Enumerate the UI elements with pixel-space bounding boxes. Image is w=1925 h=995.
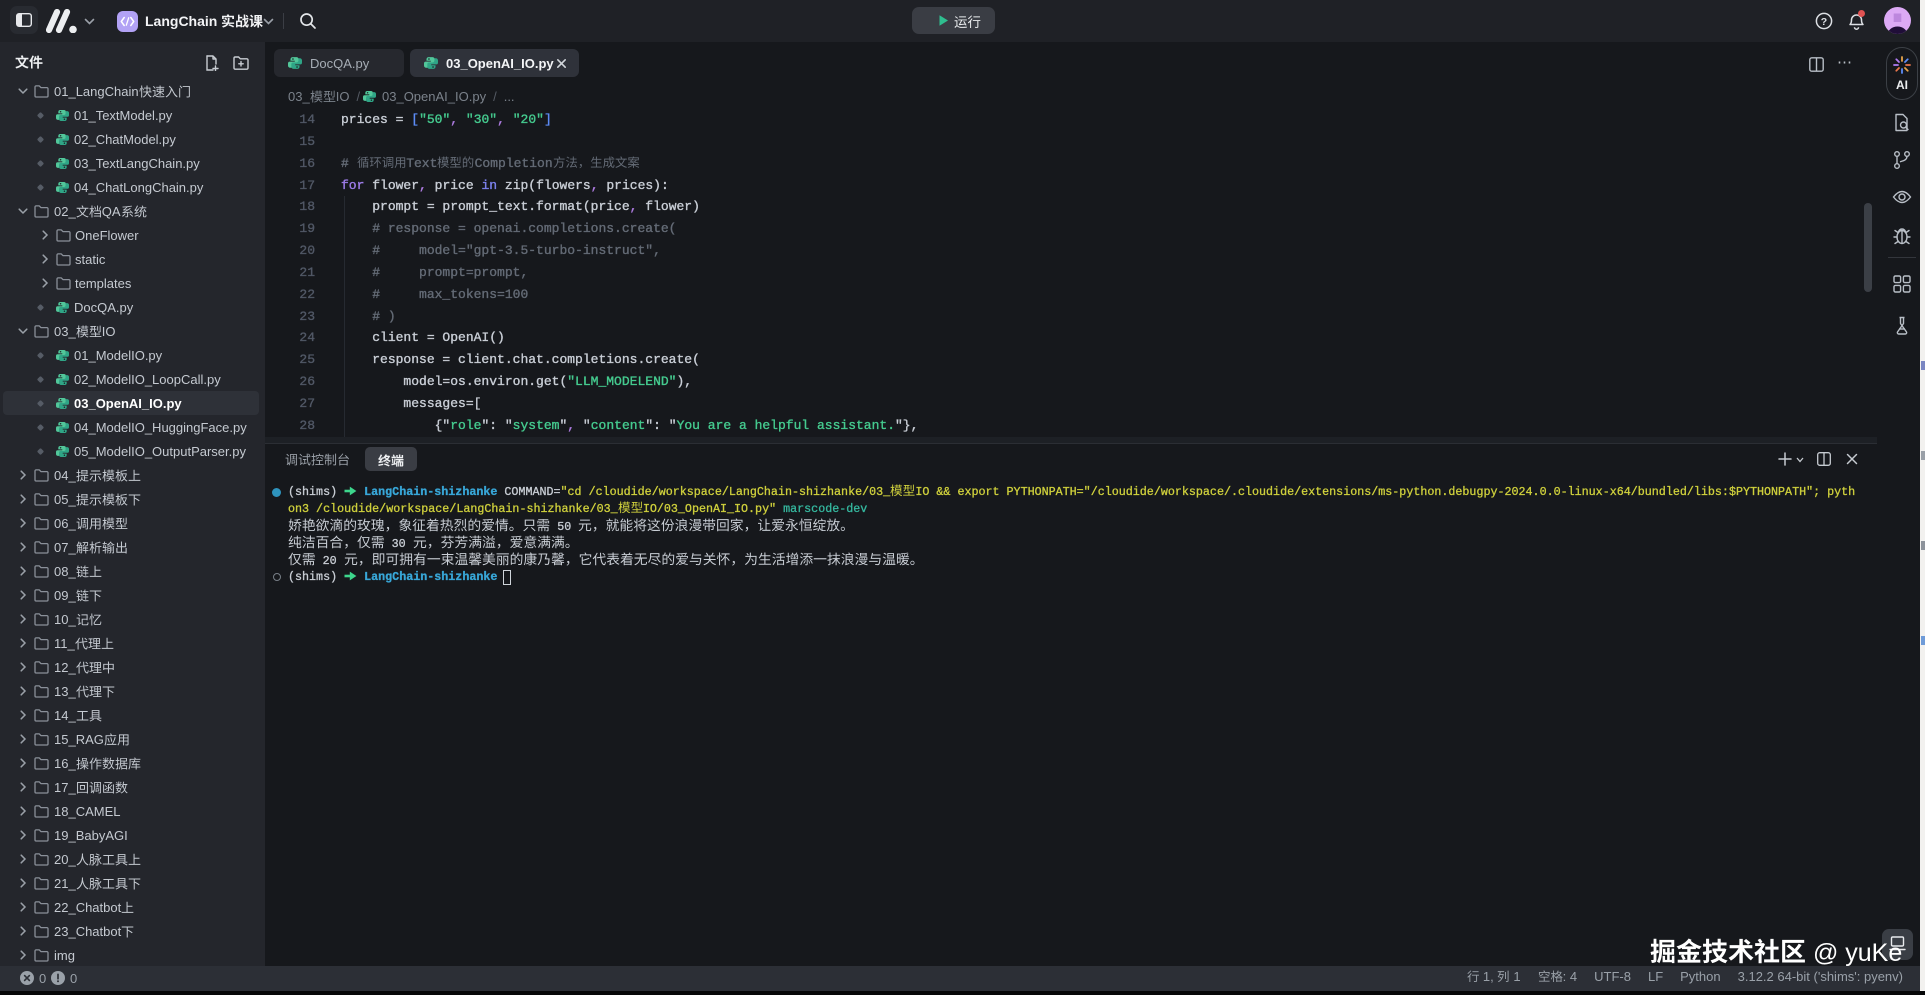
svg-text:?: ? — [1821, 16, 1827, 28]
